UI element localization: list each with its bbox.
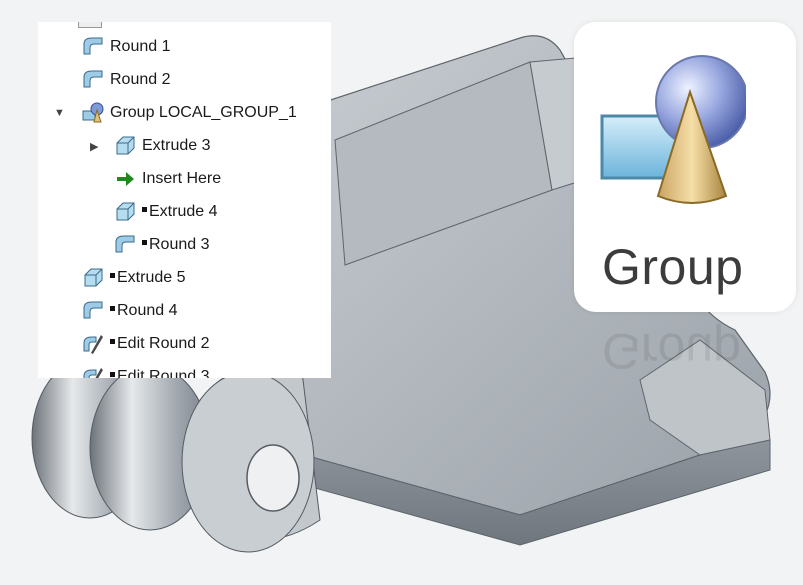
round-feature-icon <box>83 37 103 55</box>
group-command-button[interactable]: Group <box>574 22 796 312</box>
tree-item-label: Group LOCAL_GROUP_1 <box>110 104 297 121</box>
tree-item-label: Extrude 5 <box>117 269 186 286</box>
edit-round-icon <box>83 368 103 378</box>
tree-item-label: Extrude 4 <box>149 203 218 220</box>
extrude-feature-icon <box>116 202 135 221</box>
tree-item-round-3[interactable]: Round 3 <box>114 230 210 260</box>
status-marker-icon <box>142 206 147 212</box>
expand-triangle-icon[interactable]: ▼ <box>54 107 65 119</box>
tree-item-label: Edit Round 2 <box>117 335 210 352</box>
part-hole <box>246 444 300 512</box>
extrude-feature-icon <box>116 136 135 155</box>
tree-item-label: Round 4 <box>117 302 178 319</box>
group-feature-icon <box>82 102 104 123</box>
status-marker-icon <box>110 272 115 278</box>
round-feature-icon <box>83 70 103 88</box>
tree-item-round-1[interactable]: Round 1 <box>82 32 171 62</box>
edit-round-icon <box>83 335 103 354</box>
tree-item-label: Extrude 3 <box>142 137 211 154</box>
tree-item-label: Round 3 <box>149 236 210 253</box>
status-marker-icon <box>142 239 147 245</box>
tree-item-label: Insert Here <box>142 170 222 187</box>
collapse-triangle-icon[interactable]: ▶ <box>90 140 98 153</box>
group-command-label: Group <box>602 239 744 295</box>
tree-partial-top-icon <box>78 22 102 28</box>
status-marker-icon <box>110 305 115 311</box>
status-marker-icon <box>110 338 115 344</box>
tree-item-round-4[interactable]: Round 4 <box>82 296 178 326</box>
round-feature-icon <box>115 235 135 253</box>
model-tree[interactable]: Round 1 Round 2 ▼ Group LOCAL_GROUP_1 ▶ … <box>38 22 331 378</box>
extrude-feature-icon <box>84 268 103 287</box>
tree-item-insert-here[interactable]: Insert Here <box>114 164 221 194</box>
tree-item-extrude-3[interactable]: Extrude 3 <box>114 131 210 161</box>
tree-item-label: Edit Round 3 <box>117 368 210 378</box>
tree-item-edit-round-2[interactable]: Edit Round 2 <box>82 329 210 359</box>
tree-item-extrude-4[interactable]: Extrude 4 <box>114 197 217 227</box>
round-feature-icon <box>83 301 103 319</box>
group-label-reflection: Group <box>602 323 741 379</box>
tree-item-label: Round 2 <box>110 71 171 88</box>
tree-item-edit-round-3[interactable]: Edit Round 3 <box>82 362 210 378</box>
tree-item-round-2[interactable]: Round 2 <box>82 65 171 95</box>
group-icon <box>600 55 746 204</box>
tree-item-extrude-5[interactable]: Extrude 5 <box>82 263 185 293</box>
insert-here-arrow-icon <box>117 172 134 186</box>
tree-item-label: Round 1 <box>110 38 171 55</box>
tree-item-group-local-group-1[interactable]: Group LOCAL_GROUP_1 <box>82 98 297 128</box>
status-marker-icon <box>110 371 115 377</box>
